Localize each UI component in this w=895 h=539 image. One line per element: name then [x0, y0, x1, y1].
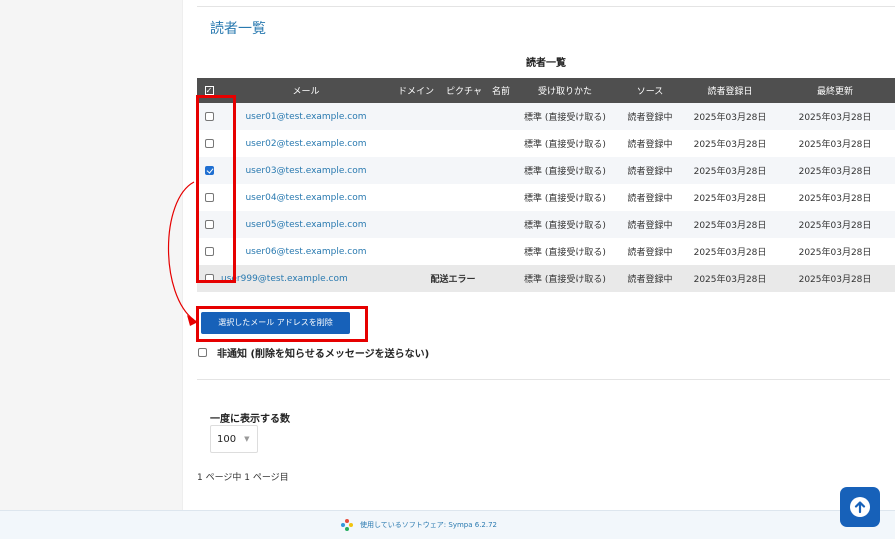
row-checkbox[interactable]: [204, 165, 214, 175]
footer: 使用しているソフトウェア: Sympa 6.2.72: [0, 510, 895, 539]
delivery-status: [391, 130, 515, 157]
table-row: user05@test.example.com 標準 (直接受け取る) 読者登録…: [197, 211, 895, 238]
col-header-delivery[interactable]: 受け取りかた: [515, 78, 615, 103]
delivery-status: [391, 184, 515, 211]
table-header-row: ✓ メール ドメイン ピクチャ 名前 受け取りかた ソース 読者登録日 最終更新: [197, 78, 895, 103]
arrow-up-icon: [850, 497, 870, 517]
row-checkbox[interactable]: [204, 138, 214, 148]
last-updated-date: 2025年03月28日: [775, 211, 895, 238]
subscription-source: 読者登録中: [615, 265, 685, 292]
subscribed-date: 2025年03月28日: [685, 130, 775, 157]
table-row: user03@test.example.com 標準 (直接受け取る) 読者登録…: [197, 157, 895, 184]
delivery-status: [391, 238, 515, 265]
delete-selected-button[interactable]: 選択したメール アドレスを削除: [201, 312, 350, 334]
last-updated-date: 2025年03月28日: [775, 184, 895, 211]
subscribed-date: 2025年03月28日: [685, 265, 775, 292]
scroll-to-top-button[interactable]: [840, 487, 880, 527]
delivery-error-badge: 配送エラー: [391, 265, 515, 292]
per-page-label: 一度に表示する数: [210, 414, 290, 425]
delivery-status: [391, 103, 515, 130]
delivery-mode: 標準 (直接受け取る): [515, 238, 615, 265]
delivery-mode: 標準 (直接受け取る): [515, 157, 615, 184]
subscribed-date: 2025年03月28日: [685, 157, 775, 184]
table-row-error: user999@test.example.com 配送エラー 標準 (直接受け取…: [197, 265, 895, 292]
subscribed-date: 2025年03月28日: [685, 184, 775, 211]
table-row: user01@test.example.com 標準 (直接受け取る) 読者登録…: [197, 103, 895, 130]
last-updated-date: 2025年03月28日: [775, 265, 895, 292]
row-checkbox[interactable]: [204, 246, 214, 256]
page-info: 1 ページ中 1 ページ目: [197, 473, 289, 483]
col-header-subscribed-date[interactable]: 読者登録日: [685, 78, 775, 103]
chevron-down-icon: ▼: [244, 435, 250, 443]
quiet-checkbox[interactable]: [198, 348, 207, 357]
col-header-last-updated[interactable]: 最終更新: [775, 78, 895, 103]
last-updated-date: 2025年03月28日: [775, 130, 895, 157]
col-header-source[interactable]: ソース: [615, 78, 685, 103]
col-header-name[interactable]: 名前: [487, 78, 515, 103]
per-page-select[interactable]: 100 ▼: [210, 425, 258, 453]
last-updated-date: 2025年03月28日: [775, 157, 895, 184]
subscribed-date: 2025年03月28日: [685, 103, 775, 130]
subscription-source: 読者登録中: [615, 103, 685, 130]
subscriber-email-link[interactable]: user999@test.example.com: [221, 265, 391, 292]
delivery-mode: 標準 (直接受け取る): [515, 184, 615, 211]
section-divider: [197, 379, 890, 380]
footer-content: 使用しているソフトウェア: Sympa 6.2.72: [340, 518, 497, 532]
subscription-source: 読者登録中: [615, 211, 685, 238]
subscriber-email-link[interactable]: user04@test.example.com: [221, 184, 391, 211]
col-header-picture: ピクチャ: [441, 78, 487, 103]
delivery-status: [391, 211, 515, 238]
subscriber-table: ✓ メール ドメイン ピクチャ 名前 受け取りかた ソース 読者登録日 最終更新…: [197, 78, 895, 292]
subscription-source: 読者登録中: [615, 184, 685, 211]
table-row: user02@test.example.com 標準 (直接受け取る) 読者登録…: [197, 130, 895, 157]
table-row: user04@test.example.com 標準 (直接受け取る) 読者登録…: [197, 184, 895, 211]
delivery-status: [391, 157, 515, 184]
quiet-label: 非通知 (削除を知らせるメッセージを送らない): [217, 349, 430, 360]
row-checkbox[interactable]: [204, 273, 214, 283]
last-updated-date: 2025年03月28日: [775, 238, 895, 265]
subscriber-email-link[interactable]: user02@test.example.com: [221, 130, 391, 157]
select-all-checkbox[interactable]: ✓: [197, 78, 221, 103]
delivery-mode: 標準 (直接受け取る): [515, 130, 615, 157]
left-sidebar: [0, 0, 183, 510]
row-checkbox[interactable]: [204, 192, 214, 202]
delivery-mode: 標準 (直接受け取る): [515, 103, 615, 130]
delivery-mode: 標準 (直接受け取る): [515, 211, 615, 238]
per-page-value: 100: [217, 433, 237, 445]
subscribed-date: 2025年03月28日: [685, 211, 775, 238]
delivery-mode: 標準 (直接受け取る): [515, 265, 615, 292]
subscriber-email-link[interactable]: user03@test.example.com: [221, 157, 391, 184]
sympa-logo-icon: [341, 519, 353, 531]
subscription-source: 読者登録中: [615, 157, 685, 184]
quiet-option[interactable]: 非通知 (削除を知らせるメッセージを送らない): [198, 345, 429, 360]
row-checkbox[interactable]: [204, 111, 214, 121]
footer-software-link[interactable]: 使用しているソフトウェア: Sympa 6.2.72: [360, 520, 497, 530]
subscriber-email-link[interactable]: user06@test.example.com: [221, 238, 391, 265]
last-updated-date: 2025年03月28日: [775, 103, 895, 130]
subscription-source: 読者登録中: [615, 130, 685, 157]
subscriber-email-link[interactable]: user01@test.example.com: [221, 103, 391, 130]
subscribed-date: 2025年03月28日: [685, 238, 775, 265]
row-checkbox[interactable]: [204, 219, 214, 229]
page-title: 読者一覧: [210, 21, 266, 37]
table-row: user06@test.example.com 標準 (直接受け取る) 読者登録…: [197, 238, 895, 265]
subscription-source: 読者登録中: [615, 238, 685, 265]
col-header-email[interactable]: メール: [221, 78, 391, 103]
table-caption: 読者一覧: [526, 58, 566, 69]
top-divider: [197, 6, 895, 7]
col-header-domain[interactable]: ドメイン: [391, 78, 441, 103]
subscriber-email-link[interactable]: user05@test.example.com: [221, 211, 391, 238]
